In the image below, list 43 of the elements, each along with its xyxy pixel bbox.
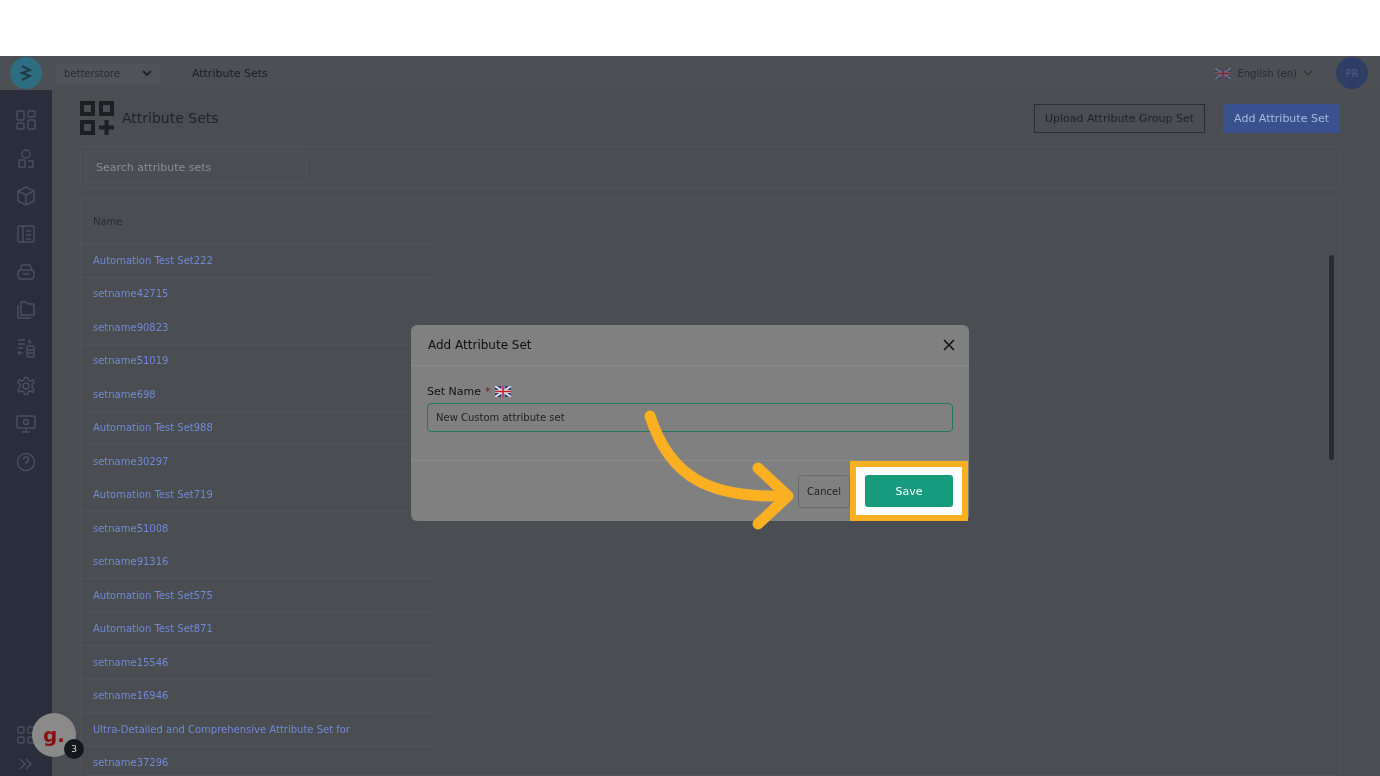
- flag-icon: [1215, 67, 1232, 79]
- close-icon[interactable]: [943, 339, 955, 352]
- attribute-set-link[interactable]: Automation Test Set222: [93, 254, 213, 266]
- attribute-set-link[interactable]: Automation Test Set988: [93, 422, 213, 434]
- attribute-set-link[interactable]: setname30297: [93, 455, 169, 467]
- attribute-set-link[interactable]: setname42715: [93, 288, 169, 300]
- attribute-set-link[interactable]: setname15546: [93, 656, 169, 668]
- attribute-set-link[interactable]: setname51019: [93, 355, 169, 367]
- add-attribute-set-button[interactable]: Add Attribute Set: [1223, 103, 1340, 133]
- cancel-button[interactable]: Cancel: [798, 474, 850, 508]
- required-mark: *: [485, 385, 491, 399]
- grid-plus-icon: [80, 101, 114, 135]
- dialog-title: Add Attribute Set: [428, 338, 532, 353]
- settings-icon[interactable]: [16, 376, 36, 396]
- list-icon[interactable]: [16, 224, 36, 244]
- apps-icon[interactable]: [17, 726, 35, 744]
- field-label: Set Name: [427, 385, 481, 399]
- help-icon[interactable]: [16, 452, 36, 472]
- attribute-set-link[interactable]: Automation Test Set719: [93, 489, 213, 501]
- search-field[interactable]: Search attribute sets: [85, 151, 307, 183]
- chevron-down-icon: [1303, 69, 1313, 77]
- double-chevron-right-icon[interactable]: [19, 758, 33, 770]
- save-button[interactable]: Save: [865, 475, 953, 507]
- chevron-down-icon: [141, 69, 152, 77]
- attribute-set-link[interactable]: setname16946: [93, 690, 169, 702]
- dashboard-icon[interactable]: [16, 110, 36, 130]
- attribute-set-link[interactable]: setname37296: [93, 757, 169, 769]
- attribute-set-link[interactable]: setname91316: [93, 556, 169, 568]
- attribute-set-link[interactable]: setname698: [93, 388, 156, 400]
- logo-icon[interactable]: [10, 57, 42, 89]
- monitor-settings-icon[interactable]: [16, 414, 36, 434]
- folder-icon[interactable]: [16, 300, 36, 320]
- box-icon[interactable]: [16, 186, 36, 206]
- set-name-input[interactable]: New Custom attribute set: [427, 403, 953, 433]
- attribute-set-link[interactable]: Automation Test Set575: [93, 589, 213, 601]
- attribute-set-link[interactable]: Automation Test Set871: [93, 623, 213, 635]
- attribute-set-link[interactable]: setname90823: [93, 321, 169, 333]
- table-transfer-icon[interactable]: [16, 338, 36, 358]
- flag-icon: [494, 386, 511, 398]
- user-lock-icon[interactable]: [16, 148, 36, 168]
- attribute-set-link[interactable]: Ultra-Detailed and Comprehensive Attribute Set for: [93, 723, 350, 735]
- inbox-icon[interactable]: [16, 262, 36, 282]
- attribute-set-link[interactable]: setname51008: [93, 522, 169, 534]
